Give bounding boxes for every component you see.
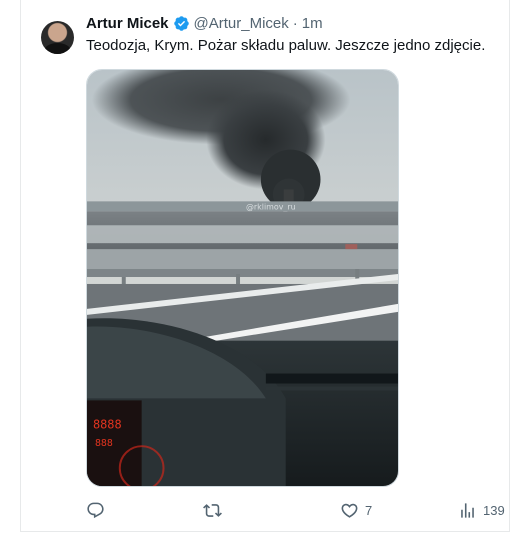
- views-count: 139: [483, 502, 505, 518]
- avatar-shirt: [44, 43, 71, 54]
- svg-text:888: 888: [95, 438, 113, 449]
- like-count: 7: [365, 502, 373, 518]
- views-bar-icon: [461, 502, 474, 518]
- photo-scene: @rklimov_ru 8888 888: [87, 70, 398, 486]
- avatar[interactable]: [41, 21, 74, 54]
- timestamp[interactable]: 1m: [302, 15, 323, 32]
- tweet-card[interactable]: Artur Micek @Artur_Micek · 1m Teodozja, …: [20, 0, 510, 532]
- photo-watermark: @rklimov_ru: [246, 202, 296, 211]
- tweet-text: Teodozja, Krym. Pożar składu paluw. Jesz…: [86, 37, 486, 54]
- svg-text:8888: 8888: [93, 417, 122, 431]
- author-name[interactable]: Artur Micek: [86, 15, 169, 32]
- tweet-actions: 7 139: [86, 498, 506, 522]
- separator-dot: ·: [292, 14, 298, 32]
- retweet-button[interactable]: [203, 498, 228, 522]
- views-button[interactable]: 139: [458, 498, 505, 522]
- reply-button[interactable]: [86, 498, 111, 522]
- retweet-icon: [203, 503, 222, 517]
- tweet-header: Artur Micek @Artur_Micek · 1m: [86, 12, 323, 34]
- heart-icon: [341, 503, 358, 518]
- author-handle[interactable]: @Artur_Micek: [194, 15, 289, 32]
- tweet-media-photo[interactable]: @rklimov_ru 8888 888: [86, 69, 399, 487]
- reply-icon: [87, 502, 104, 518]
- like-button[interactable]: 7: [340, 498, 372, 522]
- verified-badge-icon: [173, 15, 190, 32]
